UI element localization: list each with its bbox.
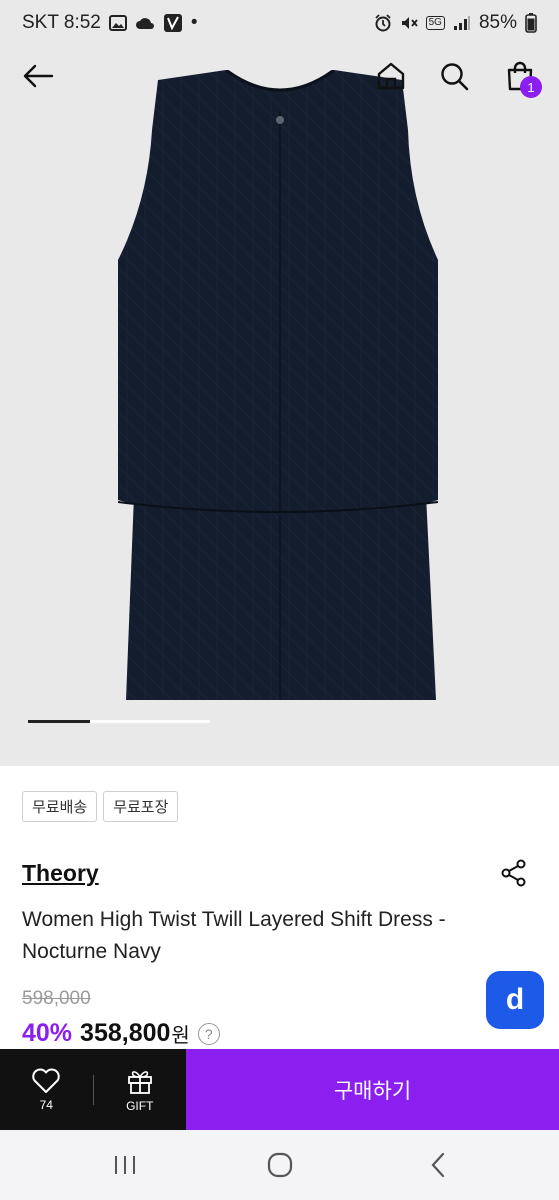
- brand-link[interactable]: Theory: [22, 860, 99, 887]
- status-bar: SKT 8:52 • 5G 85%: [0, 0, 559, 46]
- like-button[interactable]: 74: [0, 1049, 93, 1130]
- home-button[interactable]: [371, 56, 411, 96]
- system-nav-bar: [0, 1130, 559, 1200]
- product-title: Women High Twist Twill Layered Shift Dre…: [22, 908, 446, 963]
- recent-apps-icon: [115, 1156, 135, 1174]
- gallery-indicator-active: [28, 720, 90, 723]
- network-5g-icon: 5G: [425, 16, 445, 30]
- search-button[interactable]: [434, 56, 474, 96]
- status-time: SKT 8:52: [22, 12, 101, 33]
- recent-apps-button[interactable]: [110, 1150, 140, 1180]
- chevron-left-icon: [431, 1152, 445, 1178]
- shipping-tags: 무료배송 무료포장: [22, 791, 179, 822]
- gift-label: GIFT: [126, 1098, 154, 1113]
- home-system-button[interactable]: [265, 1150, 295, 1180]
- screen: SKT 8:52 • 5G 85% 1 무료배송 무료포장 Theory Wom…: [0, 0, 559, 1200]
- share-icon: [501, 859, 526, 887]
- app-icon: [163, 13, 183, 33]
- status-dot: •: [190, 12, 198, 33]
- alarm-icon: [374, 14, 392, 32]
- buy-button[interactable]: 구매하기: [186, 1049, 559, 1130]
- tag-free-shipping: 무료배송: [22, 791, 98, 822]
- back-system-button[interactable]: [423, 1150, 453, 1180]
- cloud-icon: [135, 16, 155, 30]
- back-button[interactable]: [18, 56, 58, 96]
- sale-price: 358,800: [80, 1019, 171, 1047]
- tag-free-wrapping: 무료포장: [103, 791, 179, 822]
- battery-percent: 85%: [478, 12, 517, 33]
- battery-icon: [525, 13, 537, 33]
- gift-button[interactable]: GIFT: [94, 1049, 187, 1130]
- floating-d-button[interactable]: d: [486, 971, 544, 1029]
- top-nav: 1: [0, 46, 559, 102]
- price-row: 40% 358,800 원 ?: [22, 1019, 220, 1048]
- image-icon: [108, 15, 127, 31]
- discount-rate: 40%: [22, 1019, 73, 1047]
- signal-icon: [453, 15, 471, 31]
- product-image: [118, 70, 439, 700]
- gallery-indicator: [28, 720, 210, 723]
- arrow-left-icon: [23, 64, 54, 88]
- status-left: SKT 8:52 •: [22, 12, 198, 34]
- bottom-action-bar: 74 GIFT 구매하기: [0, 1049, 559, 1130]
- original-price: 598,000: [22, 988, 91, 1009]
- currency-unit: 원: [171, 1025, 190, 1047]
- home-circle-icon: [267, 1152, 293, 1178]
- gift-icon: [127, 1070, 152, 1094]
- home-icon: [377, 62, 405, 90]
- price-help-icon[interactable]: ?: [197, 1022, 220, 1045]
- share-button[interactable]: [498, 857, 530, 889]
- product-image-gallery[interactable]: 1: [0, 46, 559, 766]
- heart-icon: [32, 1068, 60, 1093]
- cart-count-badge: 1: [520, 76, 542, 98]
- status-right: 5G 85%: [374, 12, 537, 34]
- cart-button[interactable]: 1: [500, 56, 542, 98]
- action-left-group: 74 GIFT: [0, 1049, 186, 1130]
- mute-icon: [400, 14, 418, 32]
- like-count: 74: [39, 1097, 53, 1112]
- search-icon: [441, 63, 469, 91]
